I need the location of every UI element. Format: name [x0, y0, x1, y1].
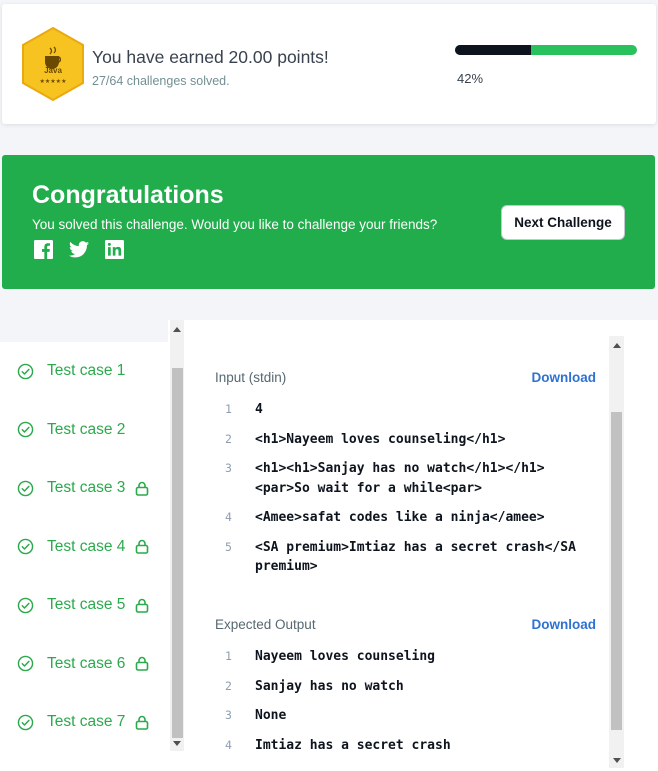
code-line: 4 Imtiaz has a secret crash: [215, 736, 595, 756]
line-number: 5: [225, 539, 232, 554]
java-badge-icon: Java ★★★★★: [20, 26, 86, 102]
line-text: Nayeem loves counseling: [255, 649, 436, 664]
line-text: <SA premium>Imtiaz has a secret crash</S…: [255, 539, 584, 575]
check-circle-icon: [17, 538, 34, 555]
code-line: 3 <h1><h1>Sanjay has no watch</h1></h1><p…: [215, 459, 595, 498]
test-case-list: Test case 1 Test case 2 Test case 3 Test ca…: [0, 342, 168, 752]
progress-bar: [455, 45, 637, 55]
lock-icon: [135, 539, 149, 555]
detail-scrollbar[interactable]: [609, 336, 624, 768]
test-case-label: Test case 6: [47, 654, 126, 672]
test-case-panel-header: [0, 320, 168, 342]
line-number: 1: [225, 402, 232, 416]
test-case-label: Test case 2: [47, 420, 126, 438]
line-number: 1: [225, 649, 232, 663]
points-title: You have earned 20.00 points!: [92, 47, 329, 67]
test-case-panel: Test case 1 Test case 2 Test case 3 Test ca…: [0, 320, 185, 771]
lock-icon: [135, 715, 149, 730]
code-line: 1 Nayeem loves counseling: [215, 647, 595, 667]
next-challenge-button[interactable]: Next Challenge: [501, 205, 625, 240]
line-number: 3: [225, 461, 232, 475]
scrollbar-thumb[interactable]: [611, 412, 622, 730]
check-circle-icon: [17, 421, 34, 438]
test-case-item[interactable]: Test case 3: [0, 459, 168, 518]
line-number: 3: [225, 708, 232, 722]
line-number: 2: [225, 678, 232, 693]
test-case-item[interactable]: Test case 1: [0, 342, 168, 401]
check-circle-icon: [17, 363, 34, 380]
line-number: 2: [225, 431, 232, 446]
line-text: 4: [255, 402, 263, 417]
check-circle-icon: [17, 655, 34, 672]
test-case-label: Test case 7: [47, 713, 126, 731]
progress-fill: [455, 45, 532, 55]
line-text: Imtiaz has a secret crash: [255, 737, 451, 753]
lock-icon: [135, 481, 149, 496]
facebook-icon[interactable]: [33, 239, 53, 259]
test-case-item[interactable]: Test case 6: [0, 635, 168, 694]
output-download-link[interactable]: Download: [532, 617, 597, 632]
line-number: 4: [225, 737, 232, 752]
progress-label: 42%: [457, 71, 484, 86]
congratulations-banner: Congratulations You solved this challeng…: [2, 155, 655, 289]
code-line: 5 <SA premium>Imtiaz has a secret crash</…: [215, 538, 595, 577]
lock-icon: [135, 656, 149, 672]
input-code-block: 1 4 2 <h1>Nayeem loves counseling</h1> 3 <h1>…: [215, 400, 595, 587]
test-case-detail: Input (stdin) Download 1 4 2 <h1>Nayeem lov…: [185, 320, 658, 771]
challenges-solved: 27/64 challenges solved.: [92, 74, 230, 88]
output-section-title: Expected Output: [215, 617, 316, 632]
lock-icon: [135, 598, 149, 613]
scroll-down-arrow-icon[interactable]: [173, 741, 181, 746]
test-case-label: Test case 4: [47, 537, 126, 555]
line-text: <h1><h1>Sanjay has no watch</h1></h1><pa…: [255, 461, 545, 496]
line-text: <Amee>safat codes like a ninja</amee>: [255, 510, 545, 525]
test-case-item[interactable]: Test case 4: [0, 518, 168, 577]
congratulations-title: Congratulations: [32, 181, 224, 209]
test-case-label: Test case 3: [47, 479, 126, 497]
scroll-down-arrow-icon[interactable]: [612, 758, 621, 763]
input-download-link[interactable]: Download: [532, 370, 597, 385]
code-line: 14: [215, 400, 595, 420]
line-number: 4: [225, 510, 232, 524]
scroll-up-arrow-icon[interactable]: [612, 343, 621, 348]
twitter-icon[interactable]: [69, 239, 89, 259]
points-card: Java ★★★★★ You have earned 20.00 points!…: [2, 4, 656, 124]
code-line: 4 <Amee>safat codes like a ninja</amee>: [215, 508, 595, 528]
test-case-label: Test case 5: [47, 596, 126, 614]
check-circle-icon: [17, 714, 34, 731]
badge-label: Java: [44, 66, 62, 75]
code-line: 2 <h1>Nayeem loves counseling</h1>: [215, 430, 595, 450]
check-circle-icon: [17, 480, 34, 497]
line-text: Sanjay has no watch: [255, 678, 404, 694]
code-line: 3 None: [215, 706, 595, 726]
code-line: 2 Sanjay has no watch: [215, 677, 595, 697]
scroll-up-arrow-icon[interactable]: [173, 327, 181, 332]
test-case-scrollbar[interactable]: [170, 320, 184, 751]
line-text: <h1>Nayeem loves counseling</h1>: [255, 431, 506, 447]
test-case-item[interactable]: Test case 7: [0, 693, 168, 752]
badge-stars: ★★★★★: [39, 79, 67, 85]
linkedin-icon[interactable]: [104, 239, 124, 259]
test-case-item[interactable]: Test case 2: [0, 401, 168, 460]
check-circle-icon: [17, 597, 34, 614]
input-section-title: Input (stdin): [215, 370, 287, 385]
scrollbar-thumb[interactable]: [172, 368, 183, 738]
line-text: None: [255, 708, 287, 723]
congratulations-subtitle: You solved this challenge. Would you lik…: [32, 217, 438, 232]
test-case-label: Test case 1: [47, 362, 126, 380]
test-case-item[interactable]: Test case 5: [0, 576, 168, 635]
output-code-block: 1 Nayeem loves counseling 2 Sanjay has no w…: [215, 647, 595, 765]
